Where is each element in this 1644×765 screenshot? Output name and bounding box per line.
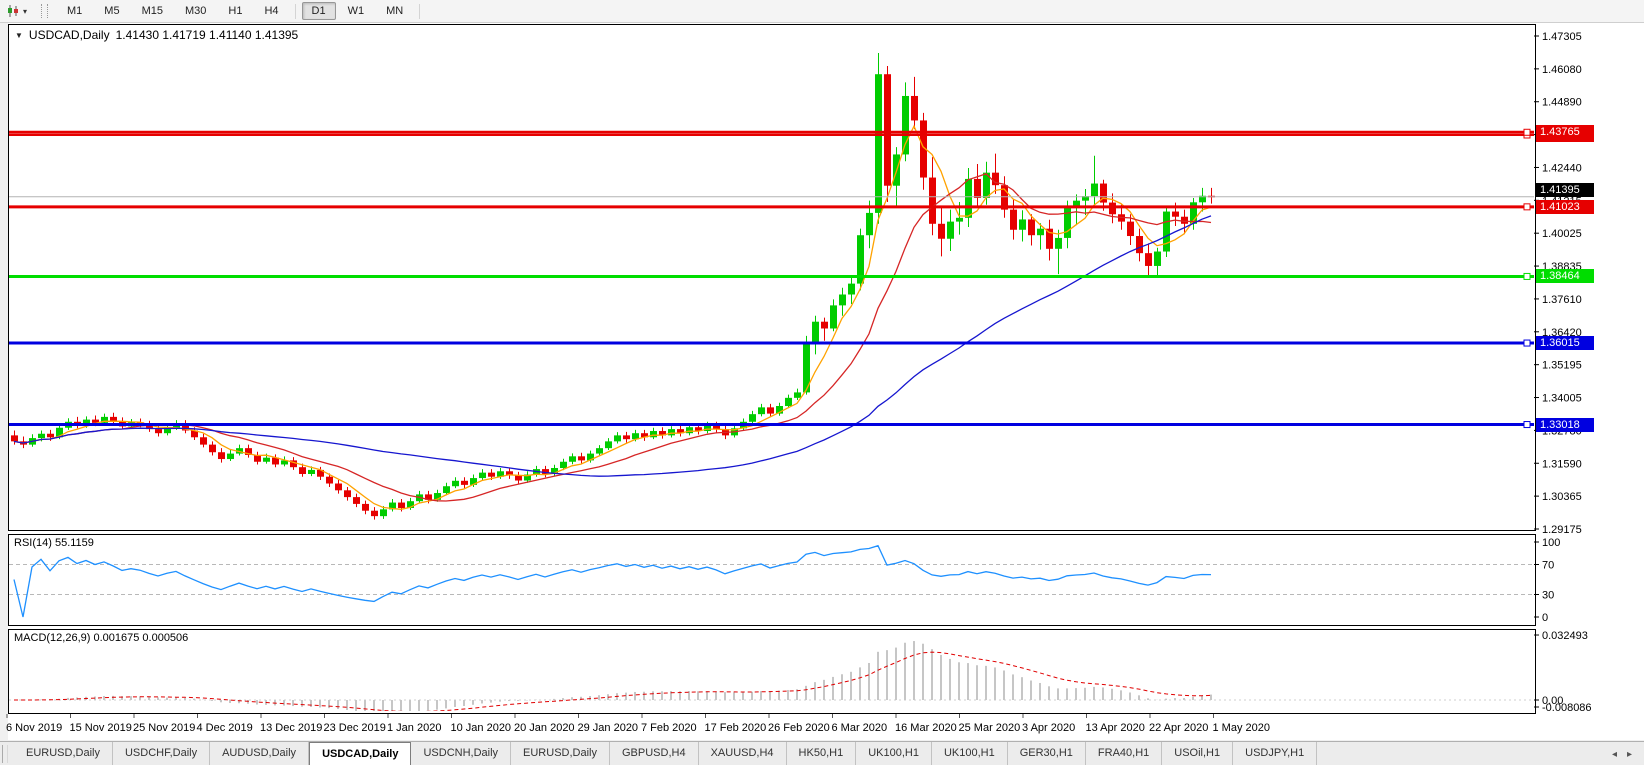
chart-tab-usdjpy-h1[interactable]: USDJPY,H1 xyxy=(1233,742,1317,765)
chart-symbol-period: USDCAD,Daily xyxy=(29,28,110,42)
timeframe-button-h4[interactable]: H4 xyxy=(254,2,288,20)
chart-type-button[interactable]: ▾ xyxy=(0,0,33,22)
hline-price-badge: 1.33018 xyxy=(1536,418,1594,432)
hline-price-badge: 1.43765 xyxy=(1536,125,1594,139)
chart-tab-eurusd-daily[interactable]: EURUSD,Daily xyxy=(14,742,113,765)
hline-price-badge: 1.41023 xyxy=(1536,200,1594,214)
chart-tab-usdcad-daily[interactable]: USDCAD,Daily xyxy=(309,742,411,765)
tab-scroll-controls: ◂ ▸ xyxy=(1612,742,1644,765)
chart-tab-gbpusd-h4[interactable]: GBPUSD,H4 xyxy=(610,742,699,765)
timeframe-button-m5[interactable]: M5 xyxy=(94,2,129,20)
chart-tab-usdcnh-daily[interactable]: USDCNH,Daily xyxy=(411,742,511,765)
timeframe-buttons: M1M5M15M30H1H4 D1W1MN xyxy=(56,2,425,20)
timeframe-button-m1[interactable]: M1 xyxy=(57,2,92,20)
toolbar: ▾ M1M5M15M30H1H4 D1W1MN xyxy=(0,0,1644,23)
chart-tab-uk100-h1[interactable]: UK100,H1 xyxy=(856,742,932,765)
chart-tab-xauusd-h4[interactable]: XAUUSD,H4 xyxy=(699,742,787,765)
timeframe-button-w1[interactable]: W1 xyxy=(338,2,375,20)
chart-tab-fra40-h1[interactable]: FRA40,H1 xyxy=(1086,742,1162,765)
tab-bar-grip xyxy=(2,745,8,763)
chart-title: ▼ USDCAD,Daily 1.41430 1.41719 1.41140 1… xyxy=(15,28,298,42)
chart-tab-uk100-h1[interactable]: UK100,H1 xyxy=(932,742,1008,765)
hline-price-badge: 1.36015 xyxy=(1536,336,1594,350)
toolbar-grip[interactable] xyxy=(41,4,48,18)
chevron-down-icon[interactable]: ▼ xyxy=(15,31,23,40)
chevron-down-icon: ▾ xyxy=(23,7,27,16)
tabs-scroll-left-icon[interactable]: ◂ xyxy=(1612,749,1617,760)
timeframe-button-m15[interactable]: M15 xyxy=(132,2,173,20)
tabs-scroll-right-icon[interactable]: ▸ xyxy=(1627,749,1632,760)
rsi-pane[interactable] xyxy=(8,534,1536,626)
chart-tabs: EURUSD,DailyUSDCHF,DailyAUDUSD,DailyUSDC… xyxy=(14,742,1317,765)
current-price-badge: 1.41395 xyxy=(1536,183,1594,197)
macd-pane[interactable] xyxy=(8,629,1536,714)
chart-tab-eurusd-daily[interactable]: EURUSD,Daily xyxy=(511,742,610,765)
chart-tab-bar: EURUSD,DailyUSDCHF,DailyAUDUSD,DailyUSDC… xyxy=(0,741,1644,765)
toolbar-separator xyxy=(419,4,420,19)
timeframe-button-mn[interactable]: MN xyxy=(376,2,413,20)
chart-ohlc-values: 1.41430 1.41719 1.41140 1.41395 xyxy=(116,28,299,42)
macd-indicator-label: MACD(12,26,9) 0.001675 0.000506 xyxy=(14,632,188,644)
chart-tab-ger30-h1[interactable]: GER30,H1 xyxy=(1008,742,1086,765)
timeframe-button-m30[interactable]: M30 xyxy=(175,2,216,20)
rsi-indicator-label: RSI(14) 55.1159 xyxy=(14,537,94,549)
candlestick-chart-icon xyxy=(6,4,20,18)
chart-tab-usoil-h1[interactable]: USOil,H1 xyxy=(1162,742,1233,765)
chart-tab-audusd-daily[interactable]: AUDUSD,Daily xyxy=(210,742,309,765)
timeframe-button-d1[interactable]: D1 xyxy=(302,2,336,20)
hline-price-badge: 1.38464 xyxy=(1536,269,1594,283)
timeframe-button-h1[interactable]: H1 xyxy=(218,2,252,20)
toolbar-separator xyxy=(295,4,296,19)
main-chart-pane[interactable] xyxy=(8,24,1536,531)
chart-tab-usdchf-daily[interactable]: USDCHF,Daily xyxy=(113,742,210,765)
chart-tab-hk50-h1[interactable]: HK50,H1 xyxy=(787,742,857,765)
